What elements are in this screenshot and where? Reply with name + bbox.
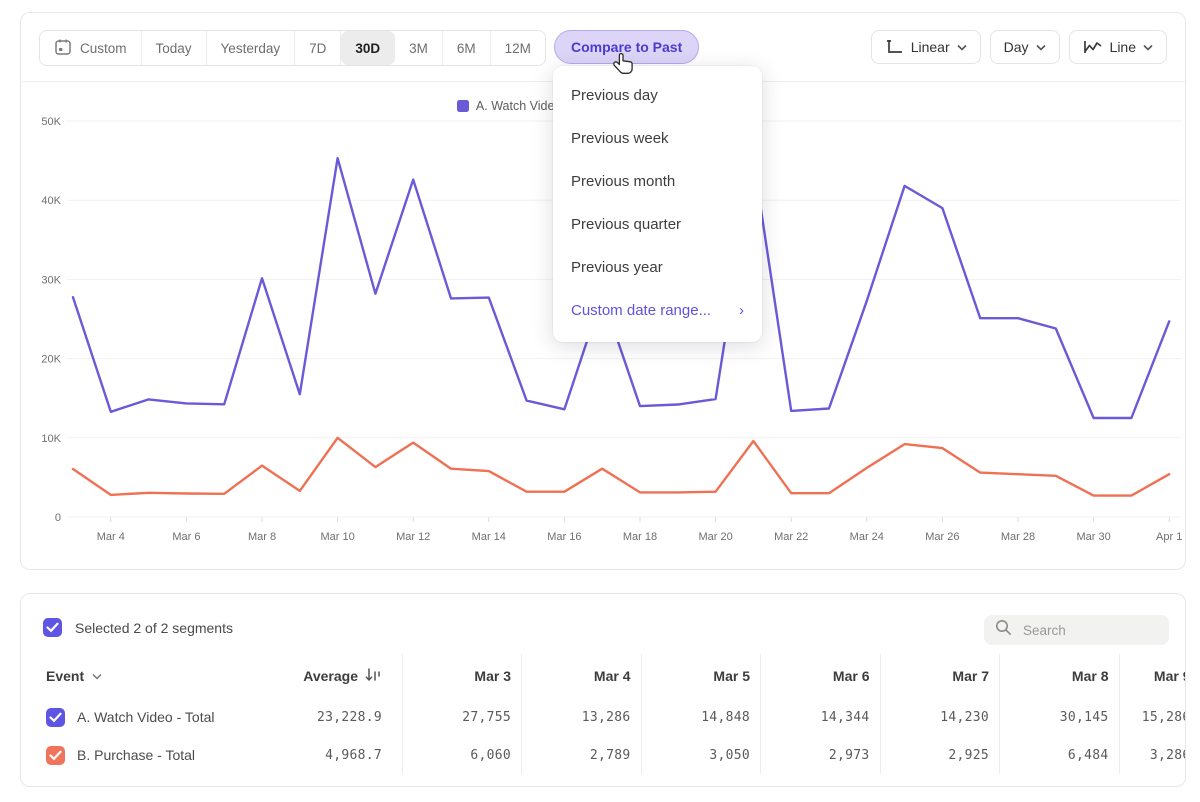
segments-table: EventAverageMar 3Mar 4Mar 5Mar 6Mar 7Mar… xyxy=(21,654,1186,774)
menu-item-previous-year[interactable]: Previous year xyxy=(553,246,762,289)
svg-text:Apr 1: Apr 1 xyxy=(1156,531,1182,543)
cell-value: 6,060 xyxy=(403,736,522,774)
date-column-header: Mar 7 xyxy=(881,654,1001,698)
cell-value-clipped: 15,286 xyxy=(1120,698,1187,736)
svg-text:Mar 30: Mar 30 xyxy=(1076,531,1110,543)
cell-value: 2,973 xyxy=(761,736,881,774)
segments-summary-label: Selected 2 of 2 segments xyxy=(75,620,233,636)
select-all-checkbox[interactable] xyxy=(43,618,62,637)
menu-item-previous-month[interactable]: Previous month xyxy=(553,160,762,203)
cell-value: 13,286 xyxy=(522,698,642,736)
table-header-row: EventAverageMar 3Mar 4Mar 5Mar 6Mar 7Mar… xyxy=(21,654,1186,698)
menu-item-previous-quarter[interactable]: Previous quarter xyxy=(553,203,762,246)
svg-text:Mar 6: Mar 6 xyxy=(172,531,200,543)
table-row[interactable]: A. Watch Video - Total 23,228.927,75513,2… xyxy=(21,698,1186,736)
segment-checkbox[interactable] xyxy=(46,708,65,727)
cell-value: 30,145 xyxy=(1000,698,1120,736)
svg-text:50K: 50K xyxy=(41,116,61,128)
search-input[interactable] xyxy=(1021,622,1155,639)
date-column-header: Mar 3 xyxy=(403,654,522,698)
svg-text:10K: 10K xyxy=(41,433,61,445)
date-column-header-clipped: Mar 9 xyxy=(1120,654,1187,698)
svg-text:Mar 18: Mar 18 xyxy=(623,531,657,543)
cell-value: 14,848 xyxy=(642,698,762,736)
cell-value: 6,484 xyxy=(1000,736,1120,774)
cell-value: 14,344 xyxy=(761,698,881,736)
average-value: 4,968.7 xyxy=(288,736,403,774)
svg-text:Mar 4: Mar 4 xyxy=(97,531,125,543)
analytics-page: CustomTodayYesterday7D30D3M6M12M Compare… xyxy=(0,0,1200,802)
segments-summary: Selected 2 of 2 segments xyxy=(43,618,233,637)
svg-text:Mar 16: Mar 16 xyxy=(547,531,581,543)
svg-text:Mar 12: Mar 12 xyxy=(396,531,430,543)
svg-text:0: 0 xyxy=(55,512,61,524)
date-column-header: Mar 6 xyxy=(761,654,881,698)
segment-label: A. Watch Video - Total xyxy=(77,709,214,725)
cell-value: 3,050 xyxy=(642,736,762,774)
sort-descending-icon xyxy=(365,668,382,685)
svg-text:Mar 22: Mar 22 xyxy=(774,531,808,543)
menu-item-custom-date-range[interactable]: Custom date range... › xyxy=(553,289,762,332)
svg-text:Mar 24: Mar 24 xyxy=(850,531,884,543)
table-row[interactable]: B. Purchase - Total 4,968.76,0602,7893,05… xyxy=(21,736,1186,774)
compare-menu: Previous dayPrevious weekPrevious monthP… xyxy=(553,66,762,342)
cell-value: 2,789 xyxy=(522,736,642,774)
date-column-header: Mar 4 xyxy=(522,654,642,698)
date-column-header: Mar 5 xyxy=(642,654,762,698)
search-box xyxy=(984,615,1169,645)
menu-item-previous-day[interactable]: Previous day xyxy=(553,74,762,117)
average-column-header[interactable]: Average xyxy=(288,654,403,698)
average-value: 23,228.9 xyxy=(288,698,403,736)
chevron-right-icon: › xyxy=(739,302,744,319)
date-column-header: Mar 8 xyxy=(1000,654,1120,698)
event-header-label: Event xyxy=(46,668,84,684)
menu-item-previous-week[interactable]: Previous week xyxy=(553,117,762,160)
svg-text:Mar 26: Mar 26 xyxy=(925,531,959,543)
search-icon xyxy=(995,619,1012,641)
menu-item-label: Custom date range... xyxy=(571,302,711,319)
svg-text:Mar 14: Mar 14 xyxy=(472,531,506,543)
svg-text:20K: 20K xyxy=(41,354,61,366)
cell-value: 2,925 xyxy=(881,736,1001,774)
svg-text:Mar 8: Mar 8 xyxy=(248,531,276,543)
cell-value: 14,230 xyxy=(881,698,1001,736)
svg-text:30K: 30K xyxy=(41,274,61,286)
average-header-label: Average xyxy=(303,668,358,684)
svg-text:Mar 10: Mar 10 xyxy=(320,531,354,543)
segment-label: B. Purchase - Total xyxy=(77,747,195,763)
svg-text:40K: 40K xyxy=(41,195,61,207)
cell-value-clipped: 3,286 xyxy=(1120,736,1187,774)
segments-table-card: Selected 2 of 2 segments Event Average Mar… xyxy=(20,593,1186,787)
chevron-down-icon xyxy=(92,673,102,680)
svg-text:Mar 28: Mar 28 xyxy=(1001,531,1035,543)
svg-text:Mar 20: Mar 20 xyxy=(698,531,732,543)
segment-checkbox[interactable] xyxy=(46,746,65,765)
cell-value: 27,755 xyxy=(403,698,522,736)
legend-swatch xyxy=(457,100,469,112)
event-column-header[interactable]: Event xyxy=(46,668,102,684)
